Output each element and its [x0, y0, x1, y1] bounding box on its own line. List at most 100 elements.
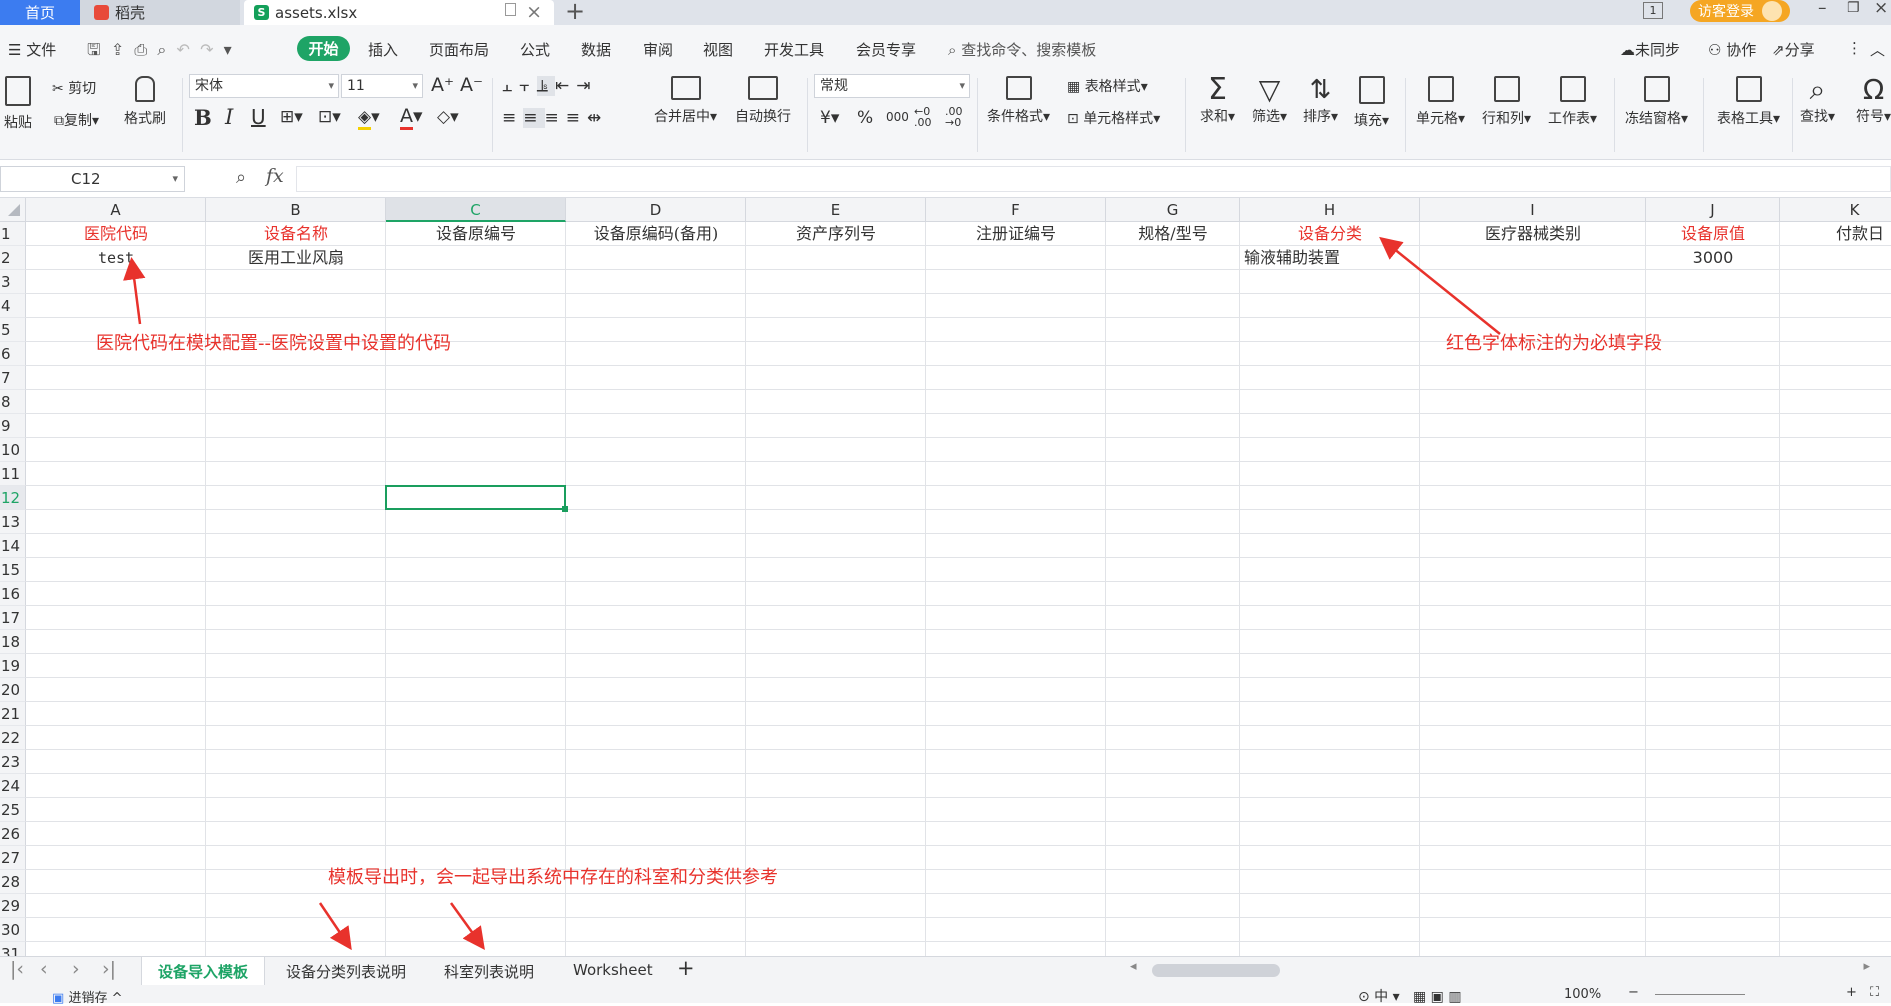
collapse-ribbon-icon[interactable]: ︿	[1870, 39, 1885, 60]
italic-button[interactable]: I	[225, 105, 233, 129]
border-icon[interactable]: ⊞▾	[280, 107, 303, 127]
fx-label[interactable]: fx	[266, 165, 284, 187]
redo-icon[interactable]: ↷	[200, 40, 213, 59]
table-tools-button[interactable]: 表格工具▾	[1717, 76, 1780, 128]
clear-format-icon[interactable]: ◇▾	[437, 107, 459, 127]
wrap-text-icon	[748, 76, 778, 100]
table-style-button[interactable]: ▦ 表格样式▾	[1067, 76, 1148, 96]
print-icon[interactable]: ⎙	[134, 40, 147, 59]
wrap-text-button[interactable]: 自动换行	[735, 76, 791, 126]
restore-icon[interactable]: ❐	[1847, 0, 1860, 16]
tab-insert[interactable]: 插入	[368, 39, 398, 60]
tab-view[interactable]: 视图	[703, 39, 733, 60]
tab-docer[interactable]: 稻壳	[80, 0, 240, 25]
format-painter-button[interactable]: 格式刷	[124, 76, 166, 128]
add-sheet-icon[interactable]: +	[677, 956, 695, 980]
view-mode-group[interactable]: ⊙ 中 ▾ ▦ ▣ ▥	[1358, 986, 1462, 1006]
cell-style-quick-icon[interactable]: ⊡▾	[318, 107, 341, 127]
customize-icon[interactable]: ▾	[224, 40, 232, 59]
sheet-tab-category-list[interactable]: 设备分类列表说明	[286, 961, 406, 982]
name-box[interactable]: C12	[0, 166, 185, 192]
cell-style-button[interactable]: ⊡ 单元格样式▾	[1067, 108, 1160, 128]
number-format-select[interactable]: 常规	[814, 74, 970, 98]
tab-file[interactable]: Sassets.xlsx ×	[244, 0, 554, 25]
rowcol-button[interactable]: 行和列▾	[1482, 76, 1531, 128]
tab-data[interactable]: 数据	[581, 39, 611, 60]
sort-button[interactable]: ⇅ 排序▾	[1303, 74, 1338, 126]
new-tab-icon[interactable]: +	[565, 0, 585, 25]
sheet-tab-import-template[interactable]: 设备导入模板	[158, 961, 248, 982]
zoom-formula-icon[interactable]: ⌕	[236, 167, 246, 188]
window-counter[interactable]: 1	[1643, 2, 1663, 19]
copy-button[interactable]: ⧉复制▾	[54, 110, 99, 130]
first-sheet-icon[interactable]: |‹	[10, 958, 24, 980]
share-button[interactable]: ⇗分享	[1772, 39, 1815, 60]
collab-button[interactable]: ⚇ 协作	[1708, 39, 1756, 60]
font-color-icon[interactable]: A▾	[400, 105, 423, 130]
fill-button[interactable]: 填充▾	[1354, 76, 1389, 130]
sheet-tab-department-list[interactable]: 科室列表说明	[444, 961, 534, 982]
close-tab-icon[interactable]: ×	[526, 1, 542, 23]
scroll-left-icon[interactable]: ◂	[1130, 959, 1137, 974]
tab-developer[interactable]: 开发工具	[764, 39, 824, 60]
increase-font-icon[interactable]: A⁺	[431, 74, 454, 96]
more-icon[interactable]: ⋮	[1847, 39, 1862, 57]
underline-button[interactable]: U	[251, 105, 266, 129]
cut-button[interactable]: ✂ 剪切	[52, 78, 96, 98]
zoom-level[interactable]: 100%	[1564, 987, 1601, 1002]
print-preview-icon[interactable]: ⌕	[157, 40, 166, 59]
pin-icon[interactable]	[505, 3, 516, 16]
horizontal-scrollbar[interactable]: ◂ ▸	[1130, 959, 1870, 979]
tab-formula[interactable]: 公式	[520, 39, 550, 60]
zoom-out-icon[interactable]: −	[1628, 985, 1639, 1000]
next-sheet-icon[interactable]: ›	[72, 958, 80, 980]
sheet-tab-worksheet[interactable]: Worksheet	[573, 961, 653, 979]
increase-decimal-button[interactable]: ←0 .00	[914, 106, 942, 128]
zoom-in-icon[interactable]: +	[1846, 985, 1857, 1000]
close-window-icon[interactable]: ×	[1874, 0, 1888, 18]
find-button[interactable]: ⌕ 查找▾	[1800, 74, 1835, 126]
currency-button[interactable]: ¥▾	[820, 108, 839, 128]
conditional-format-button[interactable]: 条件格式▾	[987, 76, 1050, 126]
tab-start[interactable]: 开始	[297, 36, 350, 61]
freeze-panes-button[interactable]: 冻结窗格▾	[1625, 76, 1688, 128]
thousands-button[interactable]: 000	[886, 110, 909, 124]
percent-button[interactable]: %	[857, 108, 873, 128]
merge-center-button[interactable]: 合并居中▾	[654, 76, 717, 126]
sheet-button[interactable]: 工作表▾	[1548, 76, 1597, 128]
vertical-align-group[interactable]: ⫠⫟⫡⇤⇥	[502, 76, 597, 96]
minimize-icon[interactable]: –	[1818, 0, 1827, 18]
font-size-select[interactable]: 11	[341, 74, 423, 98]
font-name-select[interactable]: 宋体	[189, 74, 339, 98]
sync-status[interactable]: ☁未同步	[1620, 39, 1680, 60]
file-menu[interactable]: ☰ 文件	[8, 39, 56, 60]
zoom-slider[interactable]	[1655, 994, 1745, 995]
export-icon[interactable]: ⇪	[111, 40, 124, 59]
login-button[interactable]: 访客登录	[1690, 0, 1790, 22]
fullscreen-icon[interactable]: ⛶	[1870, 985, 1879, 1000]
decrease-font-icon[interactable]: A⁻	[460, 74, 483, 96]
scrollbar-thumb[interactable]	[1152, 964, 1280, 977]
symbol-button[interactable]: Ω 符号▾	[1856, 74, 1891, 126]
spreadsheet-grid[interactable]: ABCDEFGHIJK 1 2 3 4 5 6 7 8 9 10 11 12 13 14 15 16 17 18 1…	[0, 198, 1891, 956]
bold-button[interactable]: B	[194, 105, 212, 130]
prev-sheet-icon[interactable]: ‹	[40, 958, 48, 980]
tab-review[interactable]: 审阅	[643, 39, 673, 60]
decrease-decimal-button[interactable]: .00 →0	[945, 106, 973, 128]
tab-member[interactable]: 会员专享	[856, 39, 916, 60]
save-icon[interactable]: 🖫	[87, 40, 101, 59]
fill-color-icon[interactable]: ◈▾	[358, 107, 380, 130]
tab-home[interactable]: 首页	[0, 0, 80, 25]
scroll-right-icon[interactable]: ▸	[1863, 959, 1870, 974]
horizontal-align-group[interactable]: ≡≡≡≡⇹	[502, 108, 608, 128]
cells-button[interactable]: 单元格▾	[1416, 76, 1465, 128]
module-status[interactable]: ▣ 进销存 ^	[52, 987, 122, 1006]
last-sheet-icon[interactable]: ›|	[102, 958, 116, 980]
command-search[interactable]: ⌕ 查找命令、搜索模板	[948, 39, 1096, 60]
formula-input[interactable]	[296, 166, 1891, 192]
paste-button[interactable]: 粘贴	[4, 76, 32, 132]
undo-icon[interactable]: ↶	[177, 40, 190, 59]
tab-page-layout[interactable]: 页面布局	[429, 39, 489, 60]
filter-button[interactable]: ▽ 筛选▾	[1252, 74, 1287, 126]
sum-button[interactable]: Σ 求和▾	[1200, 74, 1235, 126]
